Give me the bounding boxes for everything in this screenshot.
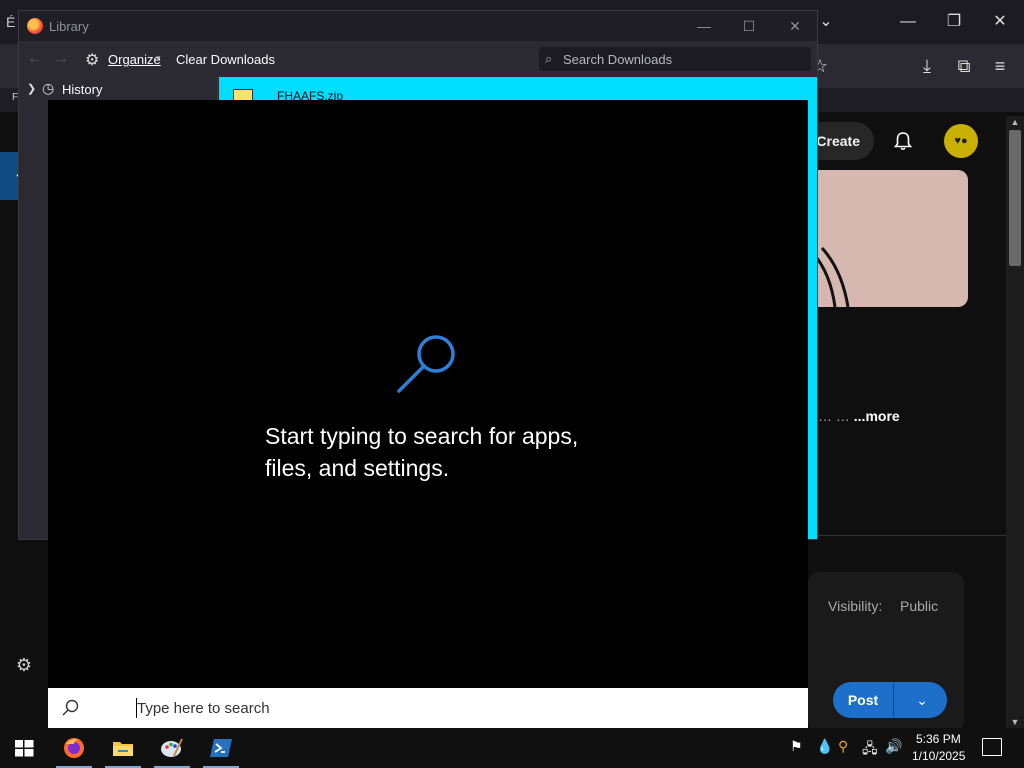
minimize-icon[interactable]: — <box>888 8 928 36</box>
avatar[interactable]: ♥● <box>944 124 978 158</box>
organize-menu[interactable]: Organize <box>108 52 161 67</box>
taskbar-firefox[interactable] <box>50 728 98 768</box>
search-hint: Start typing to search for apps, files, … <box>265 420 625 484</box>
post-button[interactable]: Post <box>833 682 893 718</box>
scroll-up-arrow-icon[interactable]: ▲ <box>1006 116 1024 128</box>
tray-drop-icon[interactable]: 💧 <box>816 738 833 755</box>
forward-arrow-icon[interactable]: → <box>53 50 69 68</box>
organize-gear-icon[interactable]: ⚙ <box>85 50 99 70</box>
library-minimize-icon[interactable]: — <box>693 17 715 35</box>
chevron-down-icon[interactable]: ⌄ <box>907 682 937 718</box>
expand-chevron-icon[interactable]: ❯ <box>27 82 36 95</box>
search-magnifier-icon <box>397 335 455 393</box>
scroll-down-arrow-icon[interactable]: ▼ <box>1006 716 1024 728</box>
clock-time[interactable]: 5:36 PM <box>916 732 961 746</box>
visibility-value[interactable]: Public <box>900 598 938 614</box>
search-hint-line1: Start typing to search for apps, <box>265 423 579 449</box>
taskbar-paint[interactable] <box>148 728 196 768</box>
clear-downloads-button[interactable]: Clear Downloads <box>176 52 275 67</box>
description-snippet: … … <box>818 408 850 424</box>
tab-icon-stub: É <box>6 14 16 30</box>
firefox-icon <box>64 738 84 758</box>
organize-caret-icon: ▾ <box>156 53 161 63</box>
search-hint-line2: files, and settings. <box>265 455 450 481</box>
notifications-bell-icon[interactable] <box>892 130 914 152</box>
library-close-icon[interactable]: ✕ <box>784 17 806 35</box>
tray-app-icon[interactable]: ⚑ <box>790 738 803 755</box>
taskbar: ⚑ 💧 ⚲ 🖧 🔊 5:36 PM 1/10/2025 <box>0 728 1024 768</box>
settings-gear-icon[interactable]: ⚙ <box>14 655 34 675</box>
network-icon[interactable]: 🖧 <box>862 738 878 762</box>
clock-icon: ◷ <box>42 80 55 96</box>
back-arrow-icon[interactable]: ← <box>27 50 43 68</box>
taskbar-search-input[interactable]: Type here to search <box>48 688 808 728</box>
extensions-icon[interactable]: ⧉ <box>950 52 978 80</box>
post-button-group: Post ⌄ <box>833 682 947 718</box>
search-downloads-placeholder: Search Downloads <box>563 52 673 67</box>
search-downloads-input[interactable]: ⌕ Search Downloads <box>539 47 811 71</box>
restore-icon[interactable]: ❐ <box>934 8 974 36</box>
start-search-panel: Start typing to search for apps, files, … <box>48 100 808 688</box>
start-button[interactable] <box>0 728 48 768</box>
tray-search-icon[interactable]: ⚲ <box>838 738 848 755</box>
visibility-label: Visibility: <box>828 598 883 614</box>
taskbar-powershell[interactable] <box>197 728 245 768</box>
library-title: Library <box>49 19 89 34</box>
search-icon: ⌕ <box>545 51 553 66</box>
clock-date[interactable]: 1/10/2025 <box>912 749 965 763</box>
folder-icon <box>113 742 133 756</box>
library-maximize-icon[interactable]: ☐ <box>738 17 760 35</box>
powershell-icon <box>210 739 232 757</box>
divider <box>808 535 1008 536</box>
search-icon <box>62 699 79 716</box>
volume-icon[interactable]: 🔊 <box>885 738 902 755</box>
tree-item-history[interactable]: ❯ ◷ History <box>19 77 217 101</box>
paint-palette-icon <box>161 738 183 757</box>
tree-item-label: History <box>62 82 103 97</box>
taskbar-file-explorer[interactable] <box>99 728 147 768</box>
downloads-icon[interactable]: ⤓ <box>913 52 941 80</box>
description-more[interactable]: … … ...more <box>818 408 900 424</box>
more-link[interactable]: ...more <box>854 408 900 424</box>
windows-logo-icon <box>15 740 34 757</box>
close-icon[interactable]: ✕ <box>980 8 1020 36</box>
menu-icon[interactable]: ≡ <box>986 52 1014 80</box>
scrollbar-thumb[interactable] <box>1009 130 1021 266</box>
notification-center-icon[interactable] <box>982 738 1002 756</box>
search-placeholder: Type here to search <box>137 700 270 717</box>
page-scrollbar[interactable]: ▲ ▼ <box>1006 116 1024 728</box>
firefox-icon <box>27 18 43 34</box>
library-titlebar: Library — ☐ ✕ <box>19 11 817 41</box>
post-button-separator <box>893 682 894 718</box>
